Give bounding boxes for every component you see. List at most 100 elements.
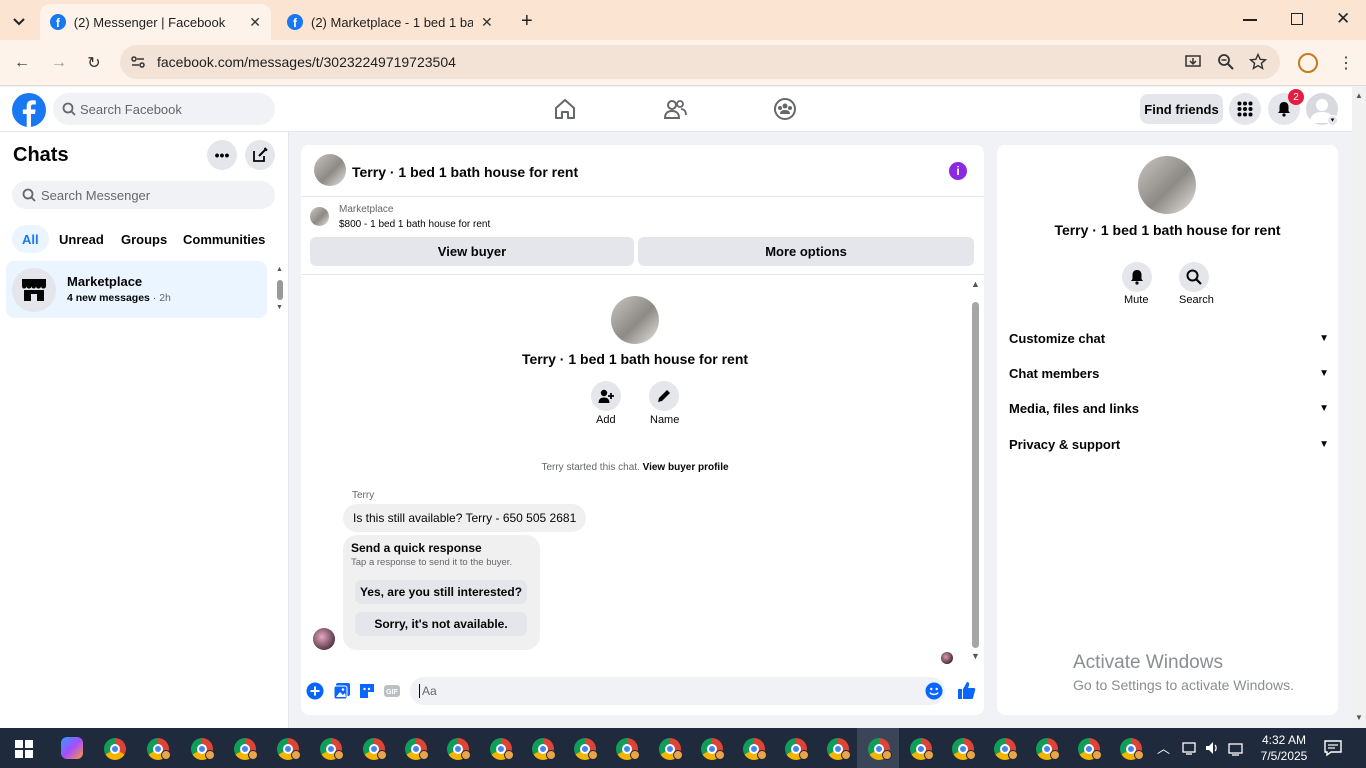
network-icon[interactable] <box>1228 740 1246 756</box>
notification-badge: 2 <box>1288 89 1304 105</box>
profile-badge-icon <box>334 750 344 760</box>
new-message-button[interactable] <box>245 140 275 170</box>
name-label: Name <box>650 414 680 426</box>
emoji-icon[interactable] <box>925 682 943 700</box>
sender-name: Terry <box>352 490 375 501</box>
restore-button[interactable] <box>1291 13 1303 25</box>
quick-response-yes-button[interactable]: Yes, are you still interested? <box>355 580 527 604</box>
tray-chevron-icon[interactable]: ︿ <box>1157 738 1170 757</box>
new-tab-button[interactable]: + <box>521 10 533 33</box>
tab-title: (2) Messenger | Facebook <box>73 14 226 30</box>
listing-title[interactable]: $800 - 1 bed 1 bath house for rent <box>339 219 490 230</box>
facebook-search-input[interactable]: Search Facebook <box>53 93 275 125</box>
site-settings-icon[interactable] <box>130 54 146 70</box>
chatlist-scrollbar[interactable]: ▲ ▼ <box>276 266 284 312</box>
find-friends-button[interactable]: Find friends <box>1140 94 1223 124</box>
mute-label: Mute <box>1124 294 1149 306</box>
scroll-down-arrow[interactable]: ▼ <box>971 651 980 661</box>
search-icon <box>62 102 76 116</box>
bookmark-star-icon[interactable] <box>1249 53 1267 71</box>
chat-members-section[interactable]: Chat members ▼ <box>1009 361 1329 385</box>
media-files-links-section[interactable]: Media, files and links ▼ <box>1009 396 1329 420</box>
activate-windows-subtitle: Go to Settings to activate Windows. <box>1073 677 1294 693</box>
sticker-icon[interactable] <box>358 682 376 700</box>
back-button[interactable]: ← <box>10 51 34 75</box>
close-icon[interactable]: ✕ <box>481 14 493 31</box>
reload-button[interactable]: ↻ <box>82 51 106 75</box>
filter-communities-tab[interactable]: Communities <box>183 232 265 247</box>
search-placeholder: Search Facebook <box>80 102 182 117</box>
quick-response-subtitle: Tap a response to send it to the buyer. <box>351 557 513 568</box>
message-input-placeholder: Aa <box>419 684 437 698</box>
address-bar[interactable]: facebook.com/messages/t/3023224971972350… <box>120 45 1280 79</box>
copilot-icon[interactable] <box>61 737 83 759</box>
windows-start-icon[interactable] <box>15 740 33 758</box>
conversation-scrollbar[interactable] <box>972 302 979 648</box>
tab-search-dropdown[interactable] <box>10 12 28 30</box>
profile-icon[interactable] <box>1298 53 1318 73</box>
notification-center-icon[interactable] <box>1324 739 1342 757</box>
tab-messenger[interactable]: f (2) Messenger | Facebook ✕ <box>40 4 271 40</box>
chrome-taskbar-icon[interactable] <box>104 738 126 760</box>
privacy-support-section[interactable]: Privacy & support ▼ <box>1009 432 1329 456</box>
mute-button[interactable] <box>1122 262 1152 292</box>
page-scrollbar[interactable]: ▲ ▼ <box>1352 87 1366 728</box>
read-receipt-avatar <box>941 652 953 664</box>
chat-list-item-marketplace[interactable]: Marketplace 4 new messages · 2h <box>6 261 267 318</box>
filter-unread-tab[interactable]: Unread <box>59 232 104 247</box>
photo-icon[interactable] <box>333 682 351 700</box>
friends-icon[interactable] <box>663 97 687 121</box>
view-buyer-profile-link[interactable]: View buyer profile <box>643 462 729 473</box>
browser-menu-icon[interactable]: ⋮ <box>1338 53 1354 73</box>
profile-badge-icon <box>504 750 514 760</box>
sender-avatar[interactable] <box>313 628 335 650</box>
gif-icon[interactable]: GIF <box>383 682 401 700</box>
forward-button[interactable]: → <box>47 51 71 75</box>
profile-badge-icon <box>966 750 976 760</box>
scroll-up-arrow[interactable]: ▲ <box>971 279 980 289</box>
message-input[interactable]: Aa <box>410 677 945 705</box>
grid-menu-icon <box>1237 101 1253 117</box>
install-app-icon[interactable] <box>1184 53 1202 71</box>
facebook-favicon-icon: f <box>287 14 303 30</box>
facebook-header: Search Facebook Find friends 2 ▾ <box>0 87 1352 132</box>
facebook-logo-icon[interactable] <box>12 93 46 127</box>
conversation-title[interactable]: Terry · 1 bed 1 bath house for rent <box>352 164 578 180</box>
minimize-button[interactable] <box>1243 19 1257 21</box>
customize-chat-section[interactable]: Customize chat ▼ <box>1009 326 1329 350</box>
view-buyer-button[interactable]: View buyer <box>310 237 634 266</box>
quick-response-sorry-button[interactable]: Sorry, it's not available. <box>355 612 527 636</box>
home-icon[interactable] <box>553 97 577 121</box>
filter-all-tab[interactable]: All <box>12 225 49 253</box>
search-icon <box>22 188 36 202</box>
tab-marketplace[interactable]: f (2) Marketplace - 1 bed 1 bath h ✕ <box>277 4 507 40</box>
filter-groups-tab[interactable]: Groups <box>121 232 167 247</box>
quick-response-title: Send a quick response <box>351 541 482 555</box>
add-button[interactable] <box>591 381 621 411</box>
plus-circle-icon[interactable] <box>306 682 324 700</box>
chat-options-button[interactable]: ••• <box>207 140 237 170</box>
section-label: Chat members <box>1009 365 1100 381</box>
profile-badge-icon <box>1050 750 1060 760</box>
chevron-down-icon: ▼ <box>1319 367 1329 379</box>
info-icon[interactable]: i <box>949 162 967 180</box>
search-conversation-button[interactable] <box>1179 262 1209 292</box>
more-options-button[interactable]: More options <box>638 237 974 266</box>
conversation-avatar[interactable] <box>314 154 346 186</box>
groups-icon[interactable] <box>773 97 797 121</box>
messenger-search-input[interactable]: Search Messenger <box>12 181 275 209</box>
close-icon[interactable]: ✕ <box>249 14 261 31</box>
menu-grid-button[interactable] <box>1229 93 1261 125</box>
taskbar-clock[interactable]: 4:32 AM 7/5/2025 <box>1254 732 1314 764</box>
device-icon[interactable] <box>1181 740 1197 756</box>
name-button[interactable] <box>649 381 679 411</box>
volume-icon[interactable] <box>1204 740 1220 756</box>
like-icon[interactable] <box>957 681 976 700</box>
close-window-button[interactable]: ✕ <box>1336 9 1350 29</box>
search-icon <box>1186 269 1202 285</box>
browser-tab-strip: f (2) Messenger | Facebook ✕ f (2) Marke… <box>0 0 1366 40</box>
section-label: Media, files and links <box>1009 400 1140 416</box>
zoom-icon[interactable] <box>1217 53 1235 71</box>
message-bubble[interactable]: Is this still available? Terry - 650 505… <box>343 504 587 532</box>
search-label: Search <box>1179 294 1214 306</box>
